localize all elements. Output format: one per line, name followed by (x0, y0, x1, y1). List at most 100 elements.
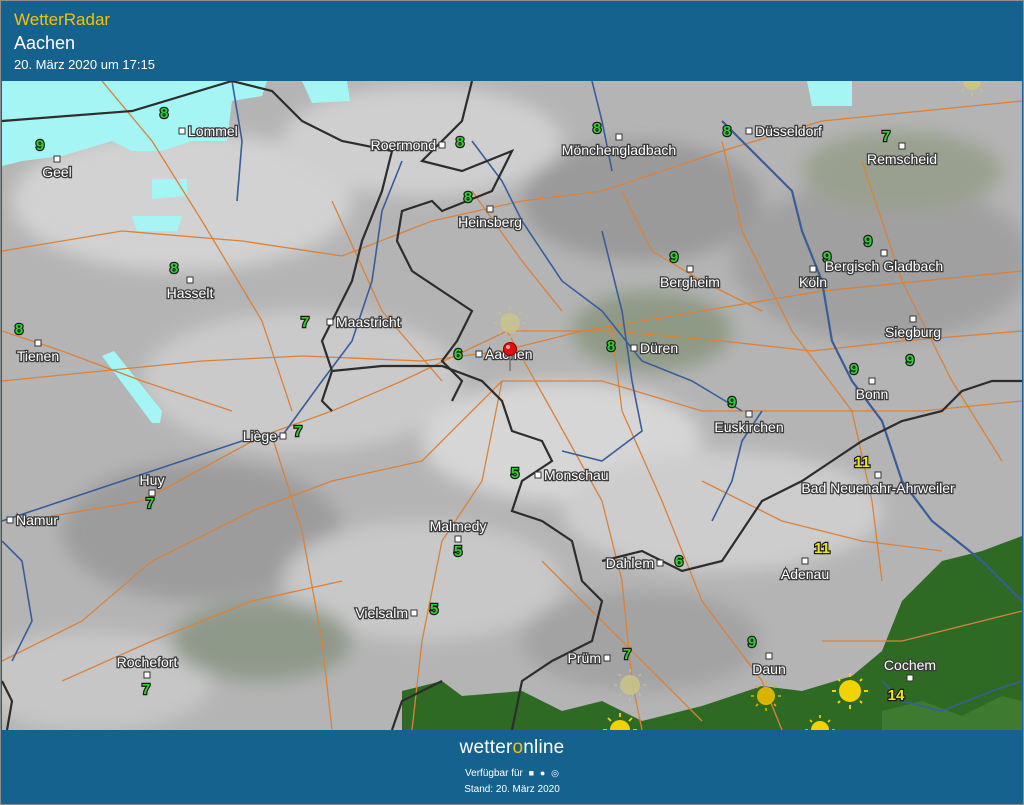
city-name: Roermond (371, 137, 436, 153)
temperature-value: 8 (607, 338, 615, 355)
temperature-value: 11 (814, 540, 830, 557)
temperature-value: 9 (670, 249, 678, 266)
temperature-value: 8 (170, 260, 178, 277)
city-dot (279, 432, 287, 440)
city-name: Euskirchen (714, 419, 783, 435)
apple-icon[interactable]: ● (540, 768, 545, 778)
stand-date: Stand: 20. März 2020 (464, 784, 560, 795)
temperature-value: 8 (456, 134, 464, 151)
map-canvas: Lommel 8 Geel 9 Roermond 8 Mönchengladbach 8 Düs… (2, 81, 1022, 730)
temperature-value: 8 (160, 105, 168, 122)
web-icon[interactable]: ◎ (551, 768, 559, 779)
city-dot (410, 609, 418, 617)
app-title: WetterRadar (14, 10, 111, 29)
city-name: Siegburg (885, 324, 941, 340)
city-name: Tienen (17, 348, 59, 364)
android-icon[interactable]: ■ (529, 768, 534, 778)
city-dot (801, 557, 809, 565)
city-dot (615, 133, 623, 141)
city-name: Vielsalm (355, 605, 408, 621)
temperature-value: 5 (454, 543, 462, 560)
city-dot (186, 276, 194, 284)
temperature-value: 7 (294, 423, 302, 440)
city-name: Düsseldorf (755, 123, 822, 139)
city-dot (475, 350, 483, 358)
city-name: Heinsberg (458, 214, 522, 230)
city-name: Mönchengladbach (562, 142, 676, 158)
temperature-value: 9 (864, 233, 872, 250)
city-dot (880, 249, 888, 257)
radar-map[interactable]: Lommel 8 Geel 9 Roermond 8 Mönchengladbach 8 Düs… (2, 81, 1022, 730)
city-name: Hasselt (167, 285, 214, 301)
temperature-value: 8 (723, 123, 731, 140)
city-dot (898, 142, 906, 150)
city-dot (765, 652, 773, 660)
city-name: Namur (16, 512, 58, 528)
city-name: Maastricht (336, 314, 401, 330)
city-dot (326, 318, 334, 326)
temperature-value: 6 (454, 346, 462, 363)
city-dot (486, 205, 494, 213)
city-name: Bergheim (660, 274, 720, 290)
city-dot (143, 671, 151, 679)
city-name: Malmedy (430, 518, 487, 534)
availability-text: Verfügbar für (465, 768, 523, 779)
city-name: Köln (799, 274, 827, 290)
temperature-value: 8 (593, 120, 601, 137)
city-name: Bad Neuenahr-Ahrweiler (801, 480, 955, 496)
temperature-value: 11 (854, 454, 870, 471)
city-name: Cochem (884, 657, 936, 673)
footer: wetteronline Verfügbar für ■ ● ◎ Stand: … (1, 731, 1023, 804)
city-name: Rochefort (117, 654, 178, 670)
city-dot (630, 344, 638, 352)
wetteronline-logo[interactable]: wetteronline (1, 737, 1023, 759)
temperature-value: 7 (142, 681, 150, 698)
temperature-value: 9 (728, 394, 736, 411)
city-dot (454, 535, 462, 543)
city-dot (868, 377, 876, 385)
city-name: Bonn (856, 386, 889, 402)
city-name: Adenau (781, 566, 829, 582)
city-name: Bergisch Gladbach (825, 258, 943, 274)
temperature-value: 14 (888, 687, 905, 704)
city-dot (745, 410, 753, 418)
city-name: Monschau (544, 467, 609, 483)
city-dot (53, 155, 61, 163)
location-name: Aachen (14, 33, 76, 53)
city-name: Daun (752, 661, 785, 677)
city-dot (534, 471, 542, 479)
city-dot (438, 141, 446, 149)
availability: Verfügbar für ■ ● ◎ (1, 768, 1023, 779)
city-dot (874, 471, 882, 479)
city-dot (603, 654, 611, 662)
city-name: Huy (140, 472, 165, 488)
temperature-value: 5 (511, 465, 519, 482)
city-dot (686, 265, 694, 273)
header: WetterRadar Aachen 20. März 2020 um 17:1… (1, 1, 1023, 79)
city-dot (745, 127, 753, 135)
temperature-value: 5 (430, 601, 438, 618)
city-name: Düren (640, 340, 678, 356)
temperature-value: 7 (301, 314, 309, 331)
city-name: Prüm (568, 650, 601, 666)
city-dot (656, 559, 664, 567)
timestamp: 20. März 2020 um 17:15 (14, 57, 155, 72)
temperature-value: 9 (36, 137, 44, 154)
city-dot (34, 339, 42, 347)
temperature-value: 6 (675, 553, 683, 570)
city-name: Remscheid (867, 151, 937, 167)
city-name: Lommel (188, 123, 238, 139)
city-name: Geel (42, 164, 72, 180)
city-dot (178, 127, 186, 135)
city-name: Liège (243, 428, 277, 444)
temperature-value: 8 (15, 321, 23, 338)
temperature-value: 9 (850, 361, 858, 378)
city-dot (906, 674, 914, 682)
city-dot (909, 315, 917, 323)
temperature-value: 7 (146, 495, 154, 512)
city-name: Dahlem (606, 555, 654, 571)
temperature-value: 7 (882, 128, 890, 145)
city-dot (809, 265, 817, 273)
temperature-value: 9 (906, 352, 914, 369)
temperature-value: 9 (748, 634, 756, 651)
